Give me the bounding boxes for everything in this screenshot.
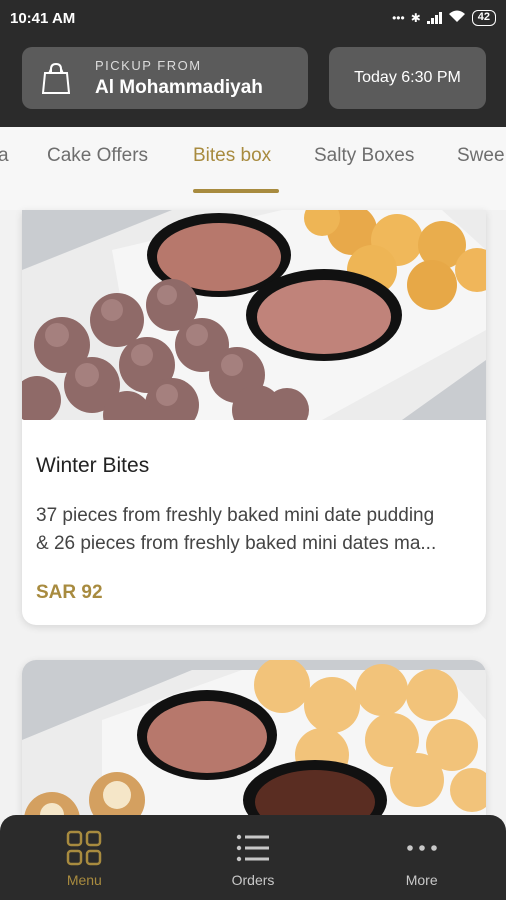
- nav-orders[interactable]: Orders: [169, 815, 338, 900]
- category-tabs: a Cake Offers Bites box Salty Boxes Swee: [0, 127, 506, 210]
- product-title: Winter Bites: [36, 454, 150, 477]
- signal-icon: [426, 12, 442, 24]
- nav-menu[interactable]: Menu: [0, 815, 169, 900]
- product-card[interactable]: Winter Bites 37 pieces from freshly bake…: [22, 210, 486, 625]
- active-tab-indicator: [193, 189, 279, 193]
- bottom-navigation: Menu Orders More: [0, 815, 506, 900]
- wifi-icon: [448, 10, 466, 26]
- product-description: 37 pieces from freshly baked mini date p…: [36, 502, 472, 558]
- battery-icon: 42: [471, 10, 496, 26]
- grid-icon: [67, 830, 102, 866]
- tab-bites-box[interactable]: Bites box: [193, 145, 271, 167]
- pickup-time-button[interactable]: Today 6:30 PM: [329, 47, 486, 109]
- pickup-location: Al Mohammadiyah: [95, 76, 263, 98]
- pickup-text: PICKUP FROM Al Mohammadiyah: [95, 58, 263, 99]
- bluetooth-icon: ✱: [410, 11, 421, 25]
- nav-label: More: [405, 872, 438, 888]
- nav-label: Menu: [66, 872, 102, 888]
- pickup-location-button[interactable]: PICKUP FROM Al Mohammadiyah: [22, 47, 308, 109]
- app-header: 10:41 AM ••• ✱ 42 PICKUP FROM Al Mohamma…: [0, 0, 506, 127]
- tab-partial-left[interactable]: a: [0, 145, 9, 167]
- product-info: Winter Bites 37 pieces from freshly bake…: [22, 454, 486, 604]
- product-price: SAR 92: [36, 582, 103, 603]
- tab-sweets[interactable]: Swee: [457, 145, 505, 167]
- list-icon: [236, 834, 269, 862]
- product-description-line: 37 pieces from freshly baked mini date p…: [36, 505, 435, 526]
- product-description-line: & 26 pieces from freshly baked mini date…: [36, 533, 437, 554]
- dots-icon: [406, 845, 437, 851]
- nav-more[interactable]: More: [337, 815, 506, 900]
- status-bar: 10:41 AM ••• ✱ 42: [0, 0, 506, 36]
- product-image: [22, 210, 486, 420]
- more-notifications-icon: •••: [392, 11, 405, 25]
- pickup-label: PICKUP FROM: [95, 57, 202, 73]
- status-time: 10:41 AM: [10, 9, 76, 27]
- shopping-bag-icon: [42, 62, 70, 94]
- nav-label: Orders: [231, 872, 275, 888]
- status-icons: ••• ✱ 42: [392, 10, 496, 26]
- tab-salty-boxes[interactable]: Salty Boxes: [314, 145, 414, 167]
- tab-cake-offers[interactable]: Cake Offers: [47, 145, 148, 167]
